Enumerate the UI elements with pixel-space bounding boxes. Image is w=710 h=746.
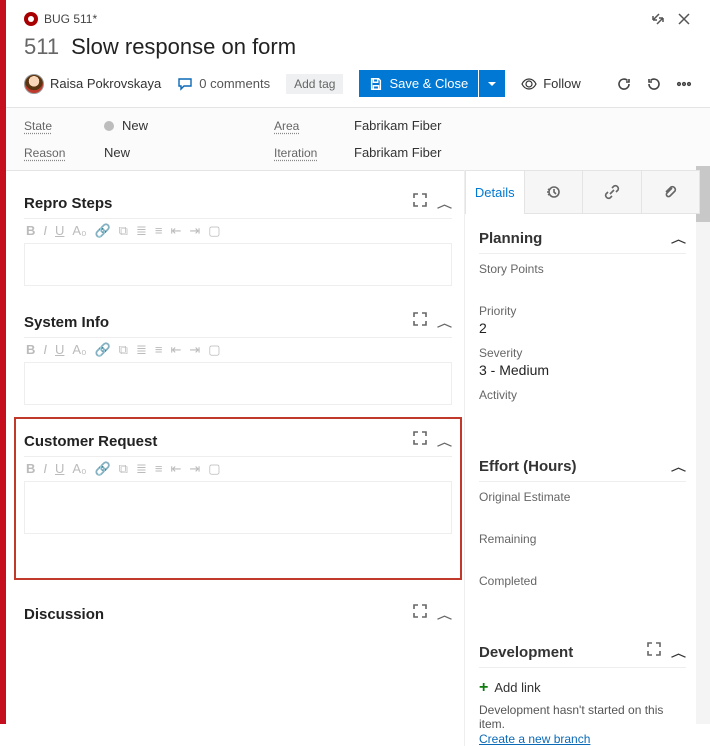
tab-history[interactable] bbox=[525, 170, 584, 213]
severity-field[interactable]: 3 - Medium bbox=[479, 362, 686, 378]
tab-links[interactable] bbox=[583, 170, 642, 213]
comments-label: 0 comments bbox=[199, 76, 270, 91]
window-tab[interactable]: BUG 511* bbox=[24, 12, 97, 26]
add-link-button[interactable]: + Add link bbox=[479, 676, 686, 703]
customer-request-title: Customer Request bbox=[24, 433, 157, 450]
repro-steps-section: Repro Steps ︿ BIUA₀🔗⧉≣≡⇤⇥▢ bbox=[24, 187, 452, 286]
comments-button[interactable]: 0 comments bbox=[177, 76, 270, 92]
discussion-title: Discussion bbox=[24, 606, 104, 623]
add-link-label: Add link bbox=[494, 680, 540, 695]
severity-label: Severity bbox=[479, 346, 686, 360]
development-note: Development hasn't started on this item. bbox=[479, 703, 686, 731]
chevron-up-icon[interactable]: ︿ bbox=[437, 315, 452, 330]
activity-field[interactable] bbox=[479, 404, 686, 420]
window-tab-label: BUG 511* bbox=[44, 12, 97, 26]
revert-icon[interactable] bbox=[646, 76, 662, 92]
tab-attachments[interactable] bbox=[642, 170, 701, 213]
save-and-close-label: Save & Close bbox=[389, 76, 468, 91]
maximize-icon[interactable] bbox=[647, 642, 661, 663]
effort-title: Effort (Hours) bbox=[479, 458, 577, 475]
original-estimate-field[interactable] bbox=[479, 506, 686, 522]
area-label: Area bbox=[274, 119, 344, 133]
discussion-section: Discussion ︿ bbox=[24, 598, 452, 629]
remaining-label: Remaining bbox=[479, 532, 686, 546]
customer-request-section: Customer Request ︿ BIUA₀🔗⧉≣≡⇤⇥▢ bbox=[14, 417, 462, 580]
assignee-picker[interactable]: Raisa Pokrovskaya bbox=[24, 74, 161, 94]
chevron-up-icon[interactable]: ︿ bbox=[671, 645, 686, 660]
remaining-field[interactable] bbox=[479, 548, 686, 564]
metadata-panel: State New Area Fabrikam Fiber Reason New… bbox=[6, 107, 710, 171]
original-estimate-label: Original Estimate bbox=[479, 490, 686, 504]
add-tag-button[interactable]: Add tag bbox=[286, 74, 343, 94]
chevron-up-icon[interactable]: ︿ bbox=[437, 607, 452, 622]
state-value: New bbox=[122, 118, 148, 133]
follow-button[interactable]: Follow bbox=[521, 76, 581, 92]
chevron-up-icon[interactable]: ︿ bbox=[671, 459, 686, 474]
accent-bar bbox=[0, 0, 6, 724]
repro-steps-title: Repro Steps bbox=[24, 195, 112, 212]
completed-field[interactable] bbox=[479, 590, 686, 606]
priority-field[interactable]: 2 bbox=[479, 320, 686, 336]
chevron-up-icon[interactable]: ︿ bbox=[437, 434, 452, 449]
iteration-picker[interactable]: Fabrikam Fiber bbox=[354, 145, 692, 160]
state-dot-icon bbox=[104, 121, 114, 131]
maximize-icon[interactable] bbox=[413, 193, 427, 214]
save-dropdown-button[interactable] bbox=[479, 70, 505, 97]
maximize-icon[interactable] bbox=[413, 431, 427, 452]
tab-details-label: Details bbox=[475, 185, 515, 200]
follow-label: Follow bbox=[543, 76, 581, 91]
customer-request-editor[interactable] bbox=[24, 482, 452, 534]
close-icon[interactable] bbox=[676, 11, 692, 27]
iteration-label: Iteration bbox=[274, 146, 344, 160]
fullscreen-icon[interactable] bbox=[650, 11, 666, 27]
completed-label: Completed bbox=[479, 574, 686, 588]
rich-text-toolbar[interactable]: BIUA₀🔗⧉≣≡⇤⇥▢ bbox=[24, 218, 452, 244]
rich-text-toolbar[interactable]: BIUA₀🔗⧉≣≡⇤⇥▢ bbox=[24, 337, 452, 363]
chevron-up-icon[interactable]: ︿ bbox=[671, 231, 686, 246]
reason-label: Reason bbox=[24, 146, 94, 160]
work-item-title[interactable]: Slow response on form bbox=[71, 34, 296, 60]
story-points-field[interactable] bbox=[479, 278, 686, 294]
priority-label: Priority bbox=[479, 304, 686, 318]
chevron-up-icon[interactable]: ︿ bbox=[437, 196, 452, 211]
rich-text-toolbar[interactable]: BIUA₀🔗⧉≣≡⇤⇥▢ bbox=[24, 456, 452, 482]
system-info-section: System Info ︿ BIUA₀🔗⧉≣≡⇤⇥▢ bbox=[24, 306, 452, 405]
repro-steps-editor[interactable] bbox=[24, 244, 452, 286]
story-points-label: Story Points bbox=[479, 262, 686, 276]
tab-details[interactable]: Details bbox=[465, 170, 525, 213]
bug-icon bbox=[24, 12, 38, 26]
assignee-name: Raisa Pokrovskaya bbox=[50, 76, 161, 91]
work-item-id: 511 bbox=[24, 34, 59, 60]
more-actions-icon[interactable] bbox=[676, 76, 692, 92]
planning-title: Planning bbox=[479, 230, 542, 247]
maximize-icon[interactable] bbox=[413, 604, 427, 625]
activity-label: Activity bbox=[479, 388, 686, 402]
avatar bbox=[24, 74, 44, 94]
reason-picker[interactable]: New bbox=[104, 145, 264, 160]
maximize-icon[interactable] bbox=[413, 312, 427, 333]
area-picker[interactable]: Fabrikam Fiber bbox=[354, 118, 692, 133]
development-title: Development bbox=[479, 644, 573, 661]
plus-icon: + bbox=[479, 681, 488, 695]
refresh-icon[interactable] bbox=[616, 76, 632, 92]
state-label: State bbox=[24, 119, 94, 133]
save-and-close-button[interactable]: Save & Close bbox=[359, 70, 478, 97]
system-info-editor[interactable] bbox=[24, 363, 452, 405]
create-branch-link[interactable]: Create a new branch bbox=[479, 732, 590, 746]
state-picker[interactable]: New bbox=[104, 118, 264, 133]
system-info-title: System Info bbox=[24, 314, 109, 331]
